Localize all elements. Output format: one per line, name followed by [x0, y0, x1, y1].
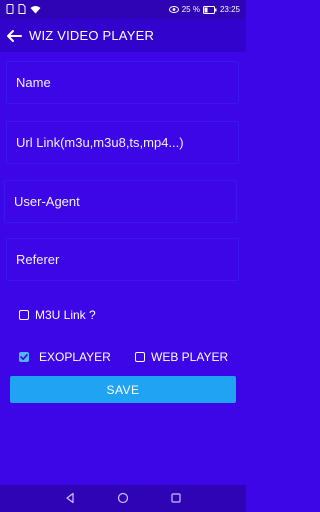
eye-icon [168, 6, 179, 13]
nav-back-icon[interactable] [64, 492, 76, 504]
name-field[interactable]: Name [6, 61, 239, 104]
nav-home-icon[interactable] [117, 492, 129, 504]
referer-placeholder: Referer [16, 252, 60, 267]
exoplayer-label: EXOPLAYER [39, 350, 111, 364]
battery-percent: 25 % [181, 5, 200, 14]
page-title: WIZ VIDEO PLAYER [29, 28, 155, 43]
status-right: 25 % 23:25 [168, 5, 240, 14]
webplayer-checkbox-box[interactable] [135, 352, 145, 362]
status-left [6, 4, 41, 14]
m3u-link-checkbox[interactable]: M3U Link ? [19, 308, 96, 322]
user-agent-placeholder: User-Agent [14, 194, 80, 209]
phone-icon [6, 4, 14, 14]
checkmark-icon [20, 354, 28, 360]
back-arrow-icon[interactable] [5, 27, 23, 45]
name-placeholder: Name [16, 75, 51, 90]
user-agent-field[interactable]: User-Agent [4, 180, 237, 223]
url-placeholder: Url Link(m3u,m3u8,ts,mp4...) [16, 135, 184, 150]
referer-field[interactable]: Referer [6, 238, 239, 281]
battery-icon [202, 5, 217, 14]
save-button[interactable]: SAVE [10, 376, 236, 403]
wifi-icon [30, 5, 41, 13]
system-nav-bar [0, 485, 246, 512]
webplayer-label: WEB PLAYER [151, 350, 229, 364]
webplayer-checkbox[interactable]: WEB PLAYER [135, 350, 228, 364]
app-bar: WIZ VIDEO PLAYER [0, 19, 246, 52]
sim-icon [18, 4, 26, 14]
exoplayer-checkbox-box[interactable] [19, 352, 29, 362]
m3u-link-label: M3U Link ? [35, 308, 96, 322]
clock: 23:25 [219, 5, 240, 14]
status-bar: 25 % 23:25 [0, 0, 246, 19]
nav-recents-icon[interactable] [170, 492, 182, 504]
exoplayer-checkbox[interactable]: EXOPLAYER [19, 350, 111, 364]
url-field[interactable]: Url Link(m3u,m3u8,ts,mp4...) [6, 121, 239, 164]
m3u-checkbox-box[interactable] [19, 310, 29, 320]
